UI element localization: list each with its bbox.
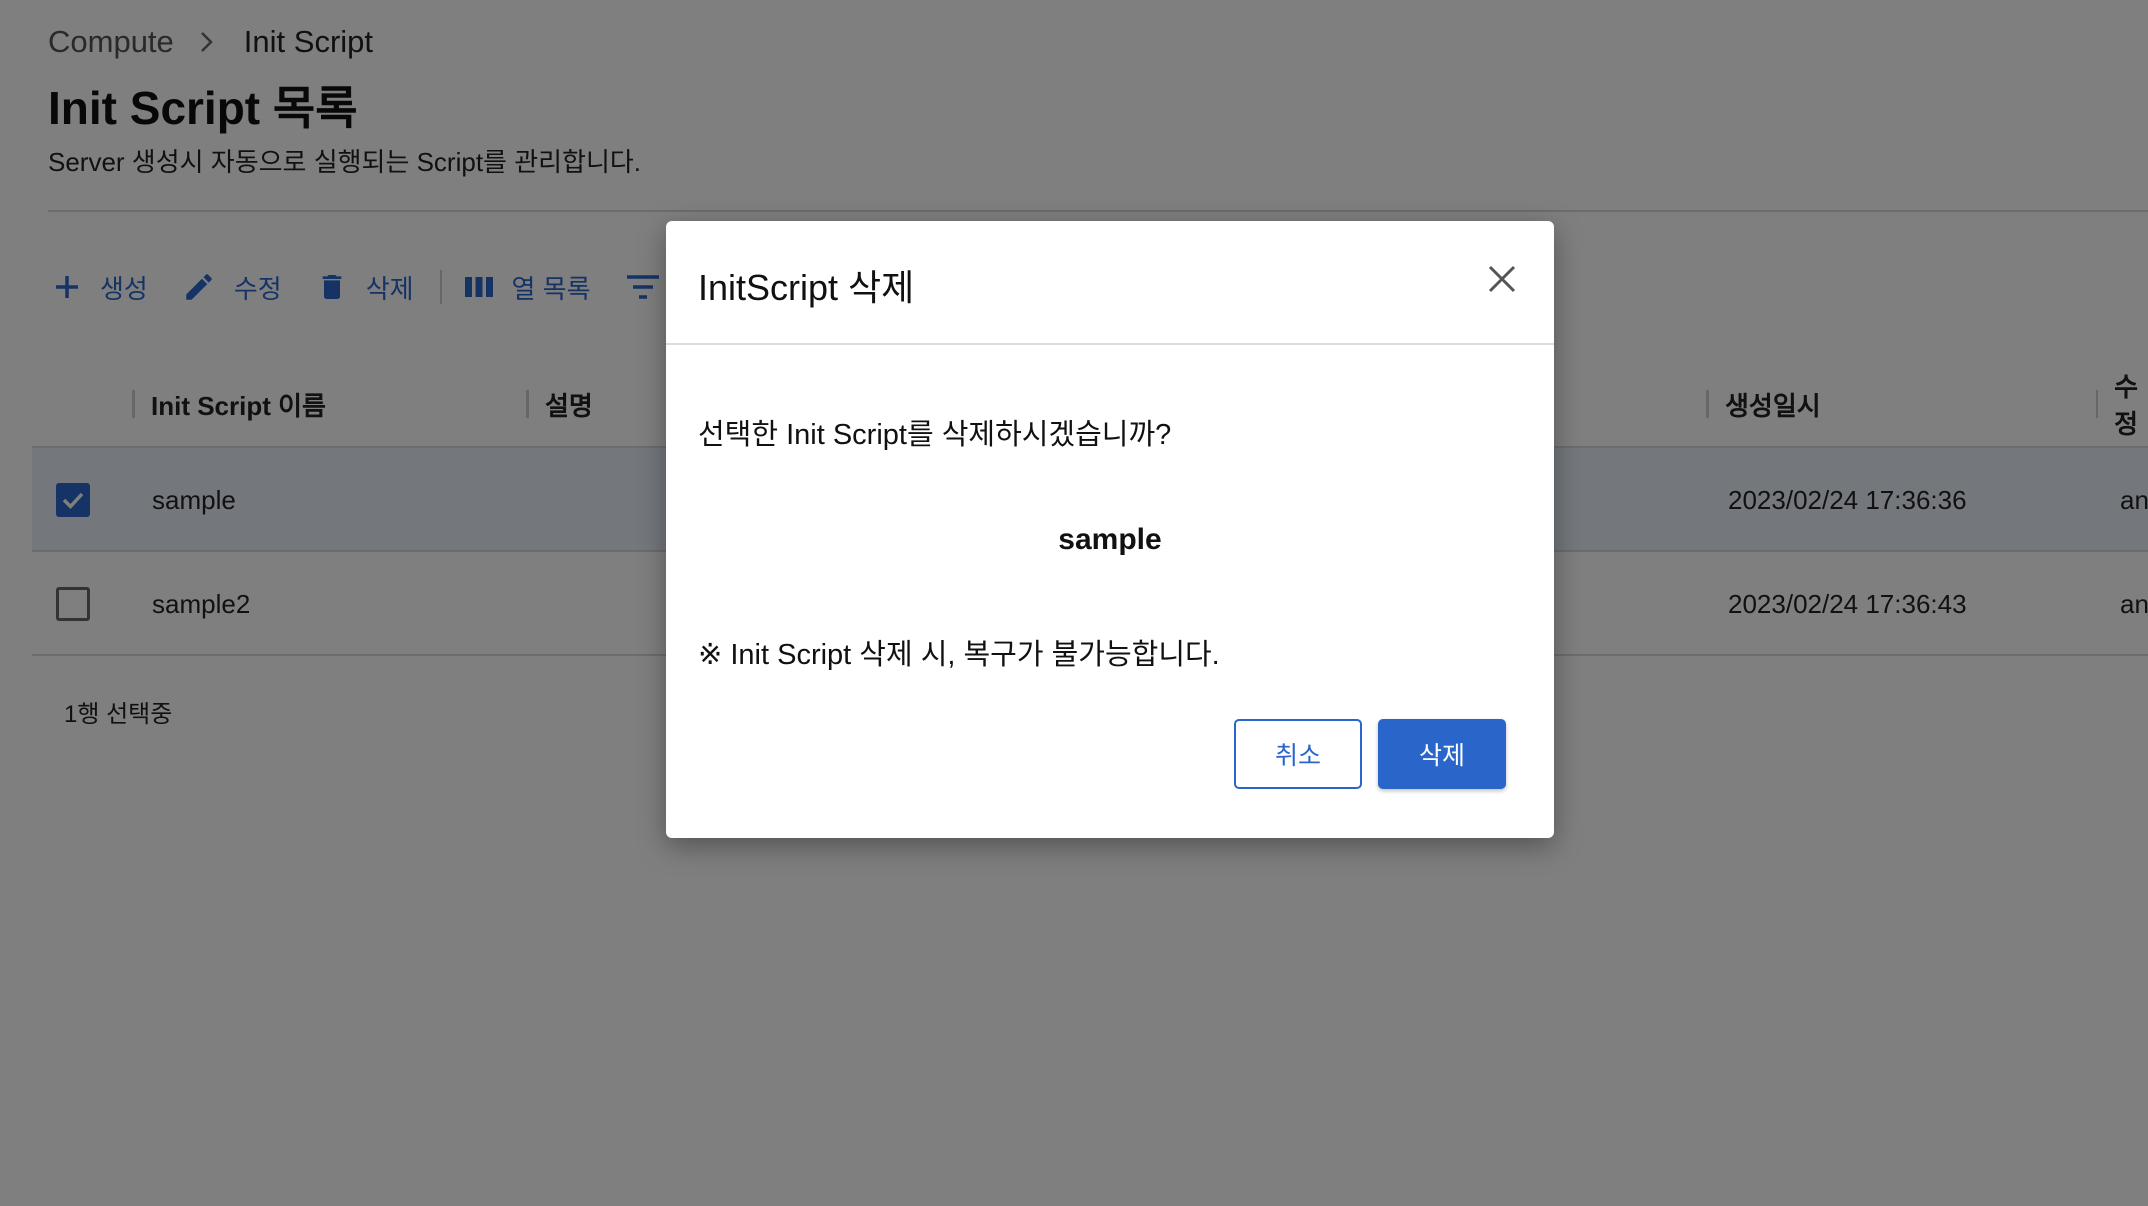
close-button[interactable]: [1480, 257, 1524, 301]
confirm-delete-button[interactable]: 삭제: [1378, 719, 1506, 789]
dialog-title: InitScript 삭제: [698, 267, 915, 308]
dialog-header: InitScript 삭제: [666, 221, 1554, 345]
dialog-target-name: sample: [1058, 523, 1162, 556]
cancel-button[interactable]: 취소: [1234, 719, 1362, 789]
dialog-message: 선택한 Init Script를 삭제하시겠습니까?: [698, 419, 1172, 451]
delete-dialog: InitScript 삭제 선택한 Init Script를 삭제하시겠습니까?…: [666, 221, 1554, 838]
dialog-warning: ※ Init Script 삭제 시, 복구가 불가능합니다.: [698, 639, 1220, 671]
close-icon: [1488, 265, 1516, 293]
